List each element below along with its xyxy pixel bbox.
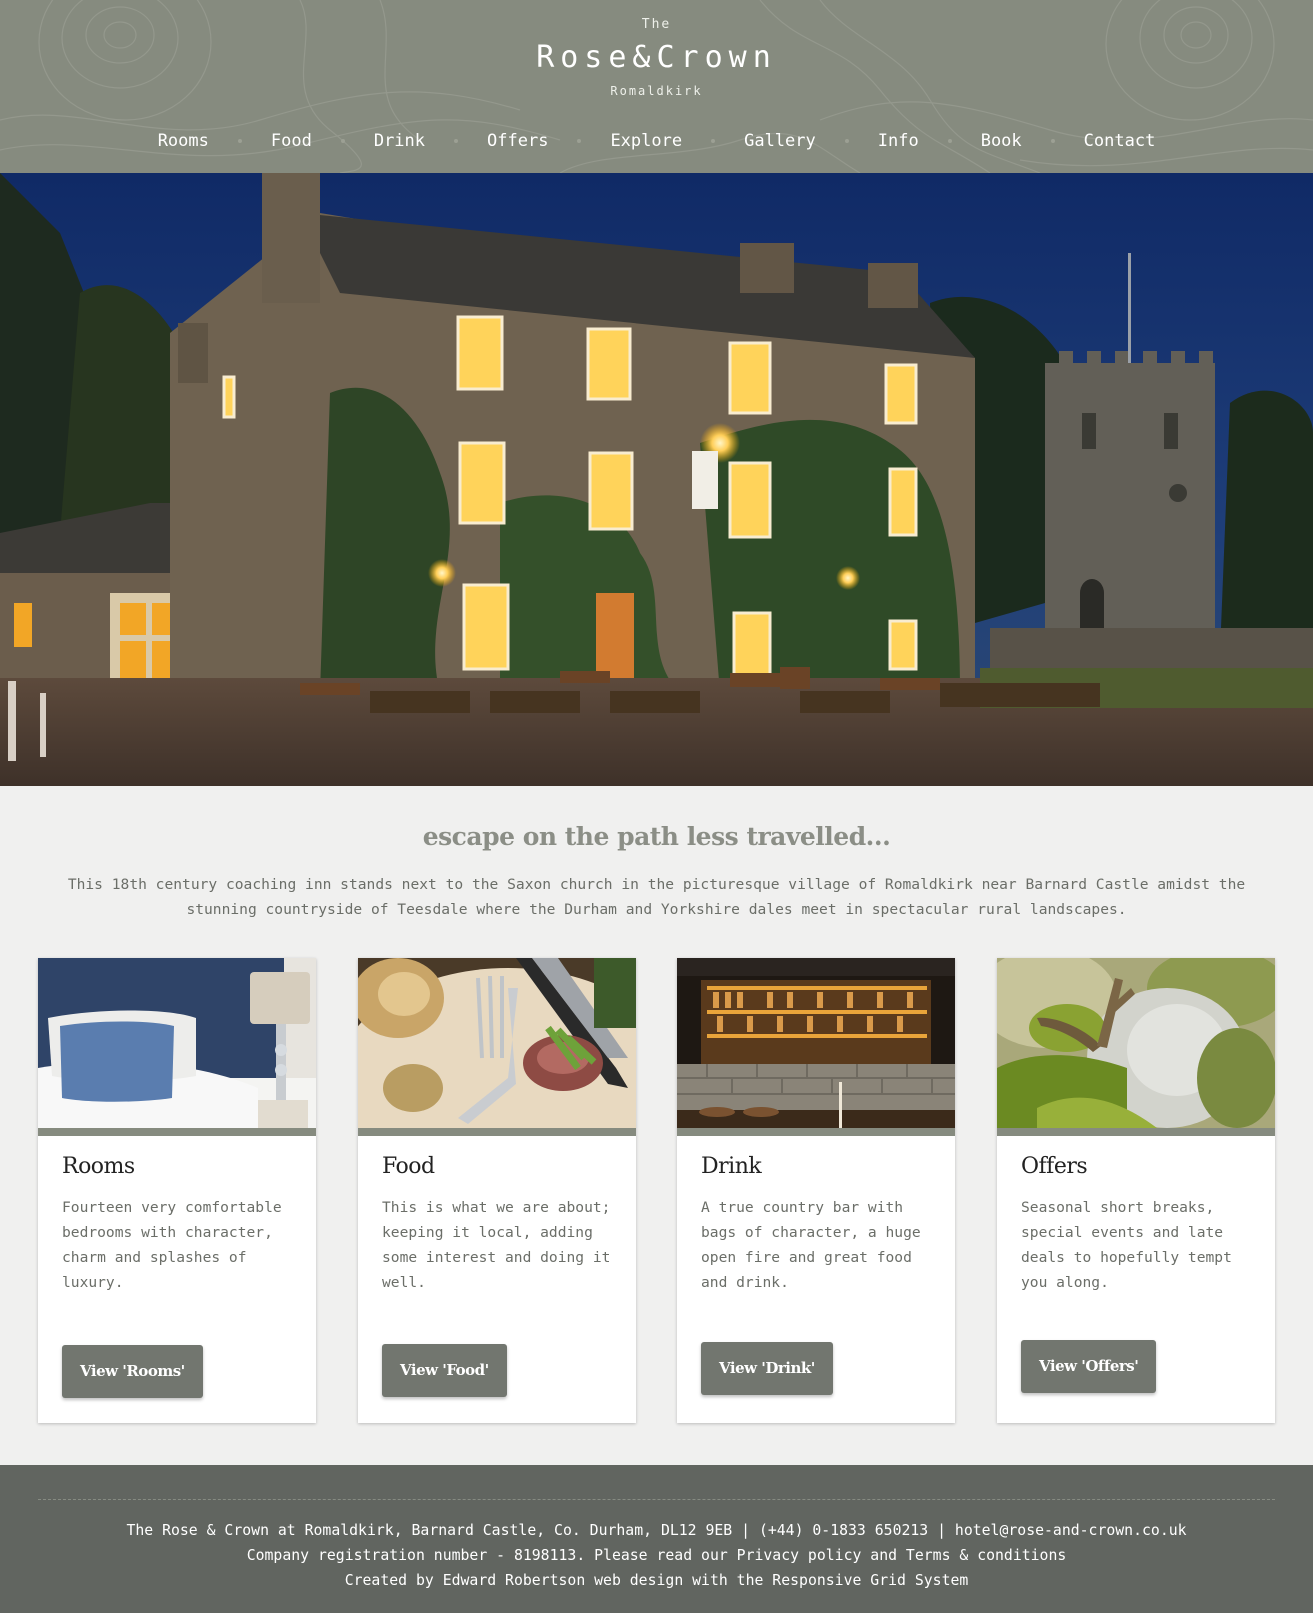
card-text: Fourteen very comfortable bedrooms with … [62, 1199, 282, 1291]
card-title[interactable]: Food [382, 1154, 435, 1179]
site-footer: The Rose & Crown at Romaldkirk, Barnard … [0, 1465, 1313, 1613]
nav-contact[interactable]: Contact [1055, 131, 1185, 151]
nav-food[interactable]: Food [242, 131, 341, 151]
intro-text: This 18th century coaching inn stands ne… [67, 876, 1246, 918]
bar-photo [677, 958, 955, 1128]
antler-moss-photo [997, 958, 1275, 1128]
tagline: escape on the path less travelled... [422, 822, 891, 851]
card-accent-bar [358, 1128, 636, 1136]
card-text: This is what we are about; keeping it lo… [382, 1199, 611, 1291]
logo-location[interactable]: Romaldkirk [0, 84, 1313, 98]
site-header: The Rose&Crown Romaldkirk Rooms Food Dri… [0, 0, 1313, 173]
nav-offers[interactable]: Offers [458, 131, 577, 151]
view-offers-button[interactable]: View 'Offers' [1021, 1340, 1157, 1393]
food-plate-photo [358, 958, 636, 1128]
card-text: A true country bar with bags of characte… [701, 1199, 921, 1291]
footer-contact-line[interactable]: The Rose & Crown at Romaldkirk, Barnard … [0, 1518, 1313, 1543]
card-accent-bar [997, 1128, 1275, 1136]
footer-divider [38, 1499, 1275, 1500]
card-accent-bar [677, 1128, 955, 1136]
view-rooms-button[interactable]: View 'Rooms' [62, 1345, 203, 1398]
logo-the[interactable]: The [0, 17, 1313, 32]
logo-wordmark[interactable]: Rose&Crown [0, 40, 1313, 75]
bedroom-photo [38, 958, 316, 1128]
card-rooms: Rooms Fourteen very comfortable bedrooms… [38, 958, 316, 1423]
nav-gallery[interactable]: Gallery [715, 131, 845, 151]
card-drink: Drink A true country bar with bags of ch… [677, 958, 955, 1423]
card-offers: Offers Seasonal short breaks, special ev… [997, 958, 1275, 1423]
card-image[interactable] [677, 958, 955, 1128]
hero-image [0, 173, 1313, 786]
footer-credit-line[interactable]: Created by Edward Robertson web design w… [0, 1568, 1313, 1593]
nav-book[interactable]: Book [952, 131, 1051, 151]
footer-legal-line[interactable]: Company registration number - 8198113. P… [0, 1543, 1313, 1568]
nav-explore[interactable]: Explore [581, 131, 711, 151]
card-title[interactable]: Rooms [62, 1154, 135, 1179]
main-nav: Rooms Food Drink Offers Explore Gallery … [0, 131, 1313, 151]
card-text: Seasonal short breaks, special events an… [1021, 1199, 1232, 1291]
card-image[interactable] [997, 958, 1275, 1128]
nav-drink[interactable]: Drink [345, 131, 454, 151]
card-title[interactable]: Offers [1021, 1154, 1088, 1179]
view-drink-button[interactable]: View 'Drink' [701, 1342, 833, 1395]
nav-rooms[interactable]: Rooms [129, 131, 238, 151]
card-image[interactable] [358, 958, 636, 1128]
card-title[interactable]: Drink [701, 1154, 762, 1179]
inn-at-dusk-photo [0, 173, 1313, 786]
card-accent-bar [38, 1128, 316, 1136]
card-image[interactable] [38, 958, 316, 1128]
card-food: Food This is what we are about; keeping … [358, 958, 636, 1423]
view-food-button[interactable]: View 'Food' [382, 1344, 507, 1397]
nav-info[interactable]: Info [849, 131, 948, 151]
